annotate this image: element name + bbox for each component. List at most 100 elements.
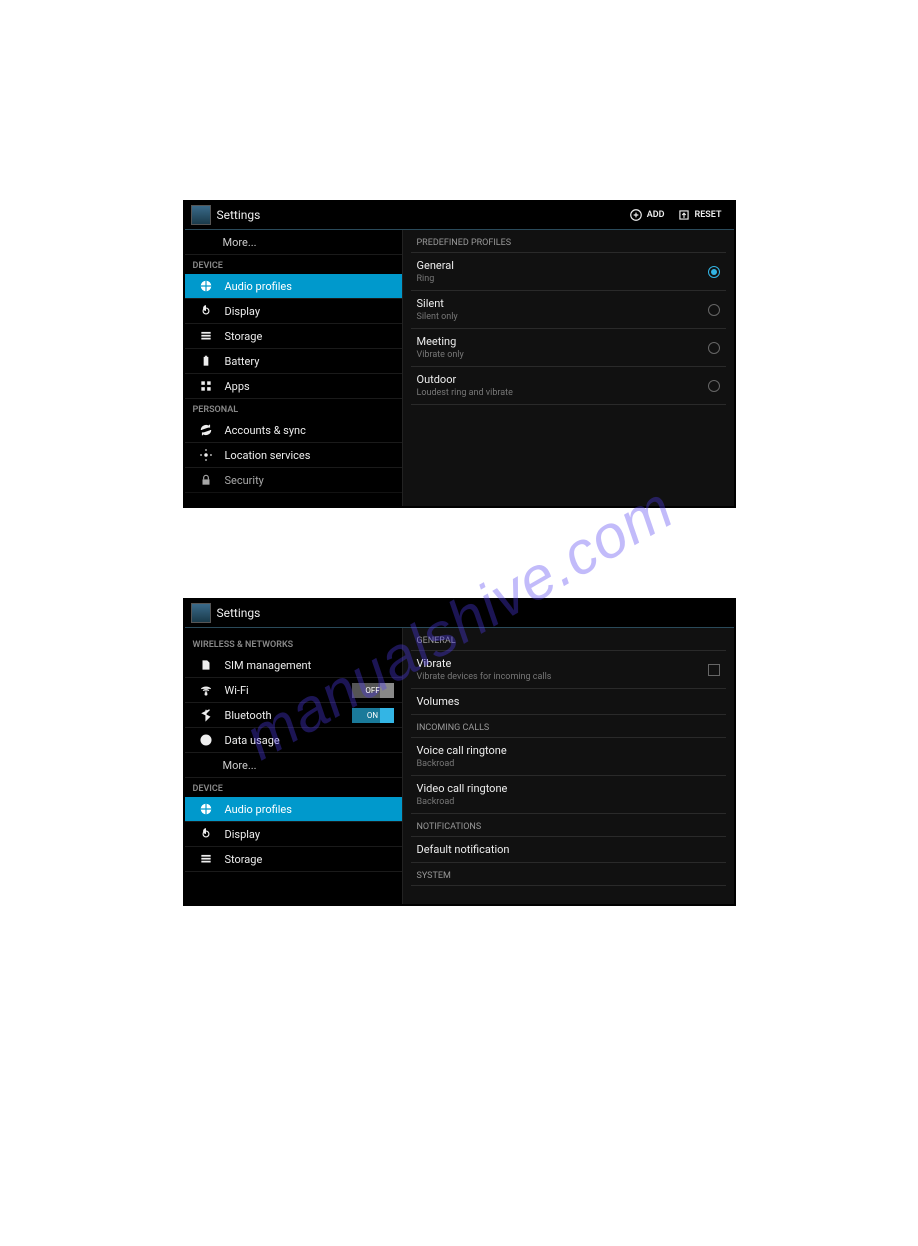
sidebar-section-device: DEVICE [185,778,402,797]
settings-app-icon [191,205,211,225]
apps-icon [197,379,215,393]
sidebar-item-label: Storage [225,330,263,343]
row-title: Volumes [417,695,720,708]
section-predefined-profiles: PREDEFINED PROFILES [411,230,726,253]
screenshot-general-settings: Settings WIRELESS & NETWORKS SIM managem… [183,598,736,906]
vibrate-checkbox[interactable] [708,664,720,676]
sidebar-item-data-usage[interactable]: Data usage [185,728,402,753]
sidebar-item-apps[interactable]: Apps [185,374,402,399]
sidebar-item-label: Audio profiles [225,280,292,293]
storage-icon [197,329,215,343]
sidebar-item-display[interactable]: Display [185,822,402,847]
app-title: Settings [217,606,728,620]
plus-circle-icon [629,208,643,222]
content-pane[interactable]: GENERAL Vibrate Vibrate devices for inco… [403,628,734,904]
sidebar-item-label: Wi-Fi [225,684,249,697]
row-title: Video call ringtone [417,782,720,795]
sidebar-item-label: SIM management [225,659,312,672]
sidebar-item-label: Audio profiles [225,803,292,816]
wifi-toggle[interactable]: OFF [352,683,394,698]
row-video-ringtone[interactable]: Video call ringtone Backroad [411,776,726,814]
display-icon [197,304,215,318]
row-subtitle: Silent only [417,312,708,322]
profile-row-meeting[interactable]: Meeting Vibrate only [411,329,726,367]
radio-selected[interactable] [708,266,720,278]
row-title: Vibrate [417,657,708,670]
lock-icon [197,473,215,487]
row-title: Meeting [417,335,708,348]
sidebar-item-label: Data usage [225,734,280,747]
sidebar-section-device: DEVICE [185,255,402,274]
app-title: Settings [217,208,623,222]
data-usage-icon [197,733,215,747]
row-subtitle: Vibrate only [417,350,708,360]
app-header: Settings ADD RESET [185,200,734,230]
radio-unselected[interactable] [708,380,720,392]
sidebar-item-label: Apps [225,380,250,393]
sidebar-item-label: Security [225,474,264,487]
section-incoming-calls: INCOMING CALLS [411,715,726,738]
row-title: Outdoor [417,373,708,386]
sidebar-item-label: Battery [225,355,260,368]
sidebar-item-label: Display [225,828,261,841]
settings-sidebar[interactable]: More... DEVICE Audio profiles Display St… [185,230,403,506]
sidebar-item-more[interactable]: More... [185,230,402,255]
sidebar-section-personal: PERSONAL [185,399,402,418]
sidebar-item-label: Storage [225,853,263,866]
row-subtitle: Vibrate devices for incoming calls [417,672,708,682]
export-icon [677,208,691,222]
section-system: SYSTEM [411,863,726,886]
radio-unselected[interactable] [708,304,720,316]
bluetooth-icon [197,708,215,722]
storage-icon [197,852,215,866]
profile-row-general[interactable]: General Ring [411,253,726,291]
sidebar-item-audio-profiles[interactable]: Audio profiles [185,797,402,822]
audio-profiles-icon [197,802,215,816]
sidebar-item-storage[interactable]: Storage [185,324,402,349]
app-header: Settings [185,598,734,628]
audio-profiles-icon [197,279,215,293]
row-title: Silent [417,297,708,310]
sidebar-item-label: Display [225,305,261,318]
sidebar-item-security[interactable]: Security [185,468,402,493]
content-pane[interactable]: PREDEFINED PROFILES General Ring Silent … [403,230,734,506]
sidebar-section-wireless: WIRELESS & NETWORKS [185,628,402,653]
sidebar-item-display[interactable]: Display [185,299,402,324]
add-button[interactable]: ADD [623,208,671,222]
sidebar-item-more[interactable]: More... [185,753,402,778]
profile-row-outdoor[interactable]: Outdoor Loudest ring and vibrate [411,367,726,405]
sidebar-item-accounts-sync[interactable]: Accounts & sync [185,418,402,443]
profile-row-silent[interactable]: Silent Silent only [411,291,726,329]
row-subtitle: Loudest ring and vibrate [417,388,708,398]
section-notifications: NOTIFICATIONS [411,814,726,837]
row-vibrate[interactable]: Vibrate Vibrate devices for incoming cal… [411,651,726,689]
sidebar-item-label: Location services [225,449,311,462]
sim-icon [197,658,215,672]
location-icon [197,448,215,462]
sidebar-item-label: Accounts & sync [225,424,306,437]
sidebar-item-battery[interactable]: Battery [185,349,402,374]
sidebar-item-audio-profiles[interactable]: Audio profiles [185,274,402,299]
sync-icon [197,423,215,437]
sidebar-item-storage[interactable]: Storage [185,847,402,872]
row-volumes[interactable]: Volumes [411,689,726,715]
reset-button[interactable]: RESET [671,208,728,222]
row-title: General [417,259,708,272]
sidebar-item-bluetooth[interactable]: Bluetooth ON [185,703,402,728]
add-label: ADD [647,210,665,220]
row-subtitle: Backroad [417,759,720,769]
sidebar-item-location[interactable]: Location services [185,443,402,468]
display-icon [197,827,215,841]
sidebar-item-wifi[interactable]: Wi-Fi OFF [185,678,402,703]
wifi-icon [197,683,215,697]
row-voice-ringtone[interactable]: Voice call ringtone Backroad [411,738,726,776]
row-default-notification[interactable]: Default notification [411,837,726,863]
radio-unselected[interactable] [708,342,720,354]
battery-icon [197,354,215,368]
bluetooth-toggle[interactable]: ON [352,708,394,723]
sidebar-item-sim[interactable]: SIM management [185,653,402,678]
reset-label: RESET [695,210,722,220]
settings-app-icon [191,603,211,623]
section-general: GENERAL [411,628,726,651]
settings-sidebar[interactable]: WIRELESS & NETWORKS SIM management Wi-Fi… [185,628,403,904]
